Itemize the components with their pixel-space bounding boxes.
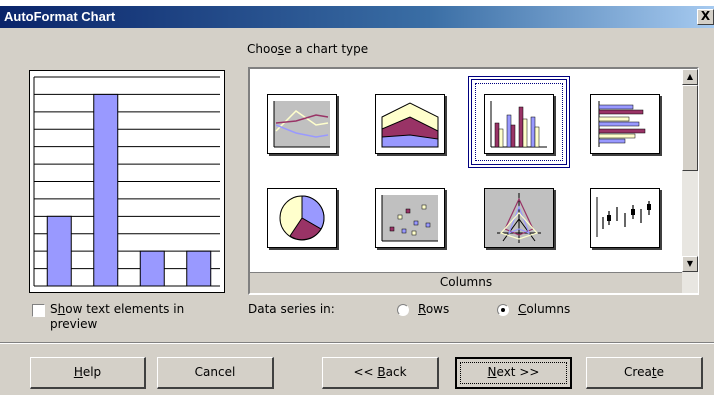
- scroll-thumb[interactable]: [682, 85, 698, 171]
- cancel-button[interactable]: Cancel: [157, 357, 274, 389]
- chart-thumb-columns[interactable]: [484, 94, 554, 154]
- line-chart-icon: [273, 101, 330, 148]
- radio-selected-dot: [501, 308, 505, 312]
- chart-thumb-bar[interactable]: [590, 94, 660, 154]
- help-button[interactable]: Help: [30, 357, 146, 389]
- preview-bar-3: [139, 250, 165, 287]
- chart-type-heading: Choose a chart type: [247, 42, 369, 56]
- back-button[interactable]: << Back: [322, 357, 439, 389]
- chart-thumb-scatter[interactable]: [375, 188, 445, 248]
- selected-chart-type-label: Columns: [250, 272, 682, 293]
- columns-label[interactable]: Columns: [518, 302, 570, 316]
- gallery-scrollbar[interactable]: ▲ ▼: [682, 69, 698, 293]
- stock-chart-icon: [596, 197, 651, 237]
- rows-radio[interactable]: [397, 304, 409, 316]
- arrow-down-icon: ▼: [686, 259, 694, 268]
- title-bar[interactable]: AutoFormat Chart X: [0, 6, 714, 28]
- window-title: AutoFormat Chart: [4, 9, 116, 24]
- chart-type-gallery[interactable]: Columns ▲ ▼: [248, 67, 699, 295]
- scatter-chart-icon: [381, 195, 438, 242]
- show-text-checkbox[interactable]: [32, 304, 45, 317]
- preview-bar-4: [186, 250, 212, 287]
- separator: [0, 342, 714, 344]
- scroll-down-button[interactable]: ▼: [682, 256, 698, 272]
- preview-bar-1: [46, 215, 72, 287]
- close-icon: X: [700, 9, 711, 23]
- next-button[interactable]: Next >>: [455, 357, 572, 389]
- chart-thumb-line[interactable]: [267, 94, 337, 154]
- close-button[interactable]: X: [697, 9, 714, 25]
- area-chart-icon: [381, 102, 439, 148]
- chart-thumb-stock[interactable]: [590, 188, 660, 248]
- preview-bar-chart: [33, 76, 220, 287]
- bar-chart-icon: [598, 101, 646, 147]
- show-text-label[interactable]: Show text elements in: [50, 302, 184, 316]
- arrow-up-icon: ▲: [686, 72, 694, 81]
- columns-radio[interactable]: [497, 304, 509, 316]
- data-series-label: Data series in:: [248, 302, 335, 316]
- pie-chart-icon: [279, 195, 325, 241]
- create-button[interactable]: Create: [586, 357, 703, 389]
- preview-bar-2: [93, 93, 119, 287]
- show-text-label-line2[interactable]: preview: [50, 317, 97, 331]
- chart-thumb-area[interactable]: [375, 94, 445, 154]
- autoformat-chart-dialog: AutoFormat Chart X Choose a chart type C…: [0, 6, 714, 395]
- column-chart-icon: [490, 101, 547, 148]
- radar-chart-icon: [497, 193, 541, 243]
- chart-preview: [29, 70, 225, 293]
- chart-thumb-pie[interactable]: [267, 188, 337, 248]
- scroll-up-button[interactable]: ▲: [682, 69, 698, 85]
- rows-label[interactable]: Rows: [418, 302, 449, 316]
- chart-thumb-radar[interactable]: [484, 188, 554, 248]
